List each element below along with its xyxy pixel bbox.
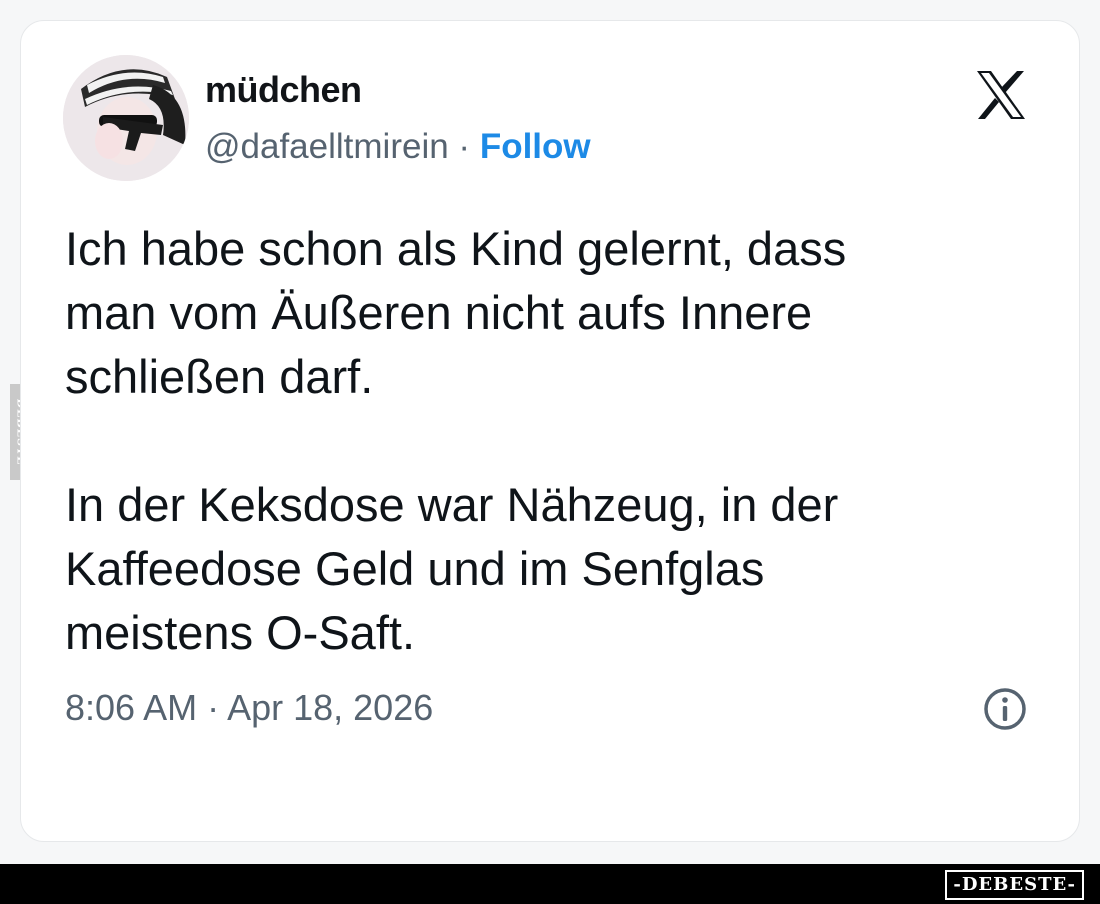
tweet-text: Ich habe schon als Kind gelernt, dass ma…: [65, 217, 1025, 665]
brand-watermark: -DEBESTE-: [945, 870, 1084, 900]
tweet-paragraph-1: Ich habe schon als Kind gelernt, dass ma…: [65, 217, 1025, 409]
author-handle[interactable]: @dafaelltmirein: [205, 127, 449, 166]
avatar[interactable]: [63, 55, 189, 181]
bottom-bar: -DEBESTE-: [0, 864, 1100, 904]
tweet-line: schließen darf.: [65, 350, 374, 403]
author-name[interactable]: müdchen: [205, 69, 362, 111]
handle-row: @dafaelltmirein · Follow: [205, 127, 591, 167]
x-logo-icon[interactable]: [971, 65, 1031, 125]
tweet-line: Kaffeedose Geld und im Senfglas: [65, 542, 765, 595]
tweet-line: meistens O-Saft.: [65, 606, 415, 659]
tweet-line: In der Keksdose war Nähzeug, in der: [65, 478, 839, 531]
tweet-timestamp[interactable]: 8:06 AM · Apr 18, 2026: [65, 687, 433, 729]
tweet-line: Ich habe schon als Kind gelernt, dass: [65, 222, 847, 275]
follow-button[interactable]: Follow: [480, 127, 591, 166]
tweet-card[interactable]: müdchen @dafaelltmirein · Follow Ich hab…: [20, 20, 1080, 842]
info-icon[interactable]: [981, 685, 1029, 733]
tweet-paragraph-2: In der Keksdose war Nähzeug, in der Kaff…: [65, 473, 1025, 665]
tweet-line: man vom Äußeren nicht aufs Innere: [65, 286, 813, 339]
handle-separator: ·: [458, 127, 471, 166]
page: DEBESTE müdchen: [0, 0, 1100, 904]
avatar-image: [63, 55, 189, 181]
